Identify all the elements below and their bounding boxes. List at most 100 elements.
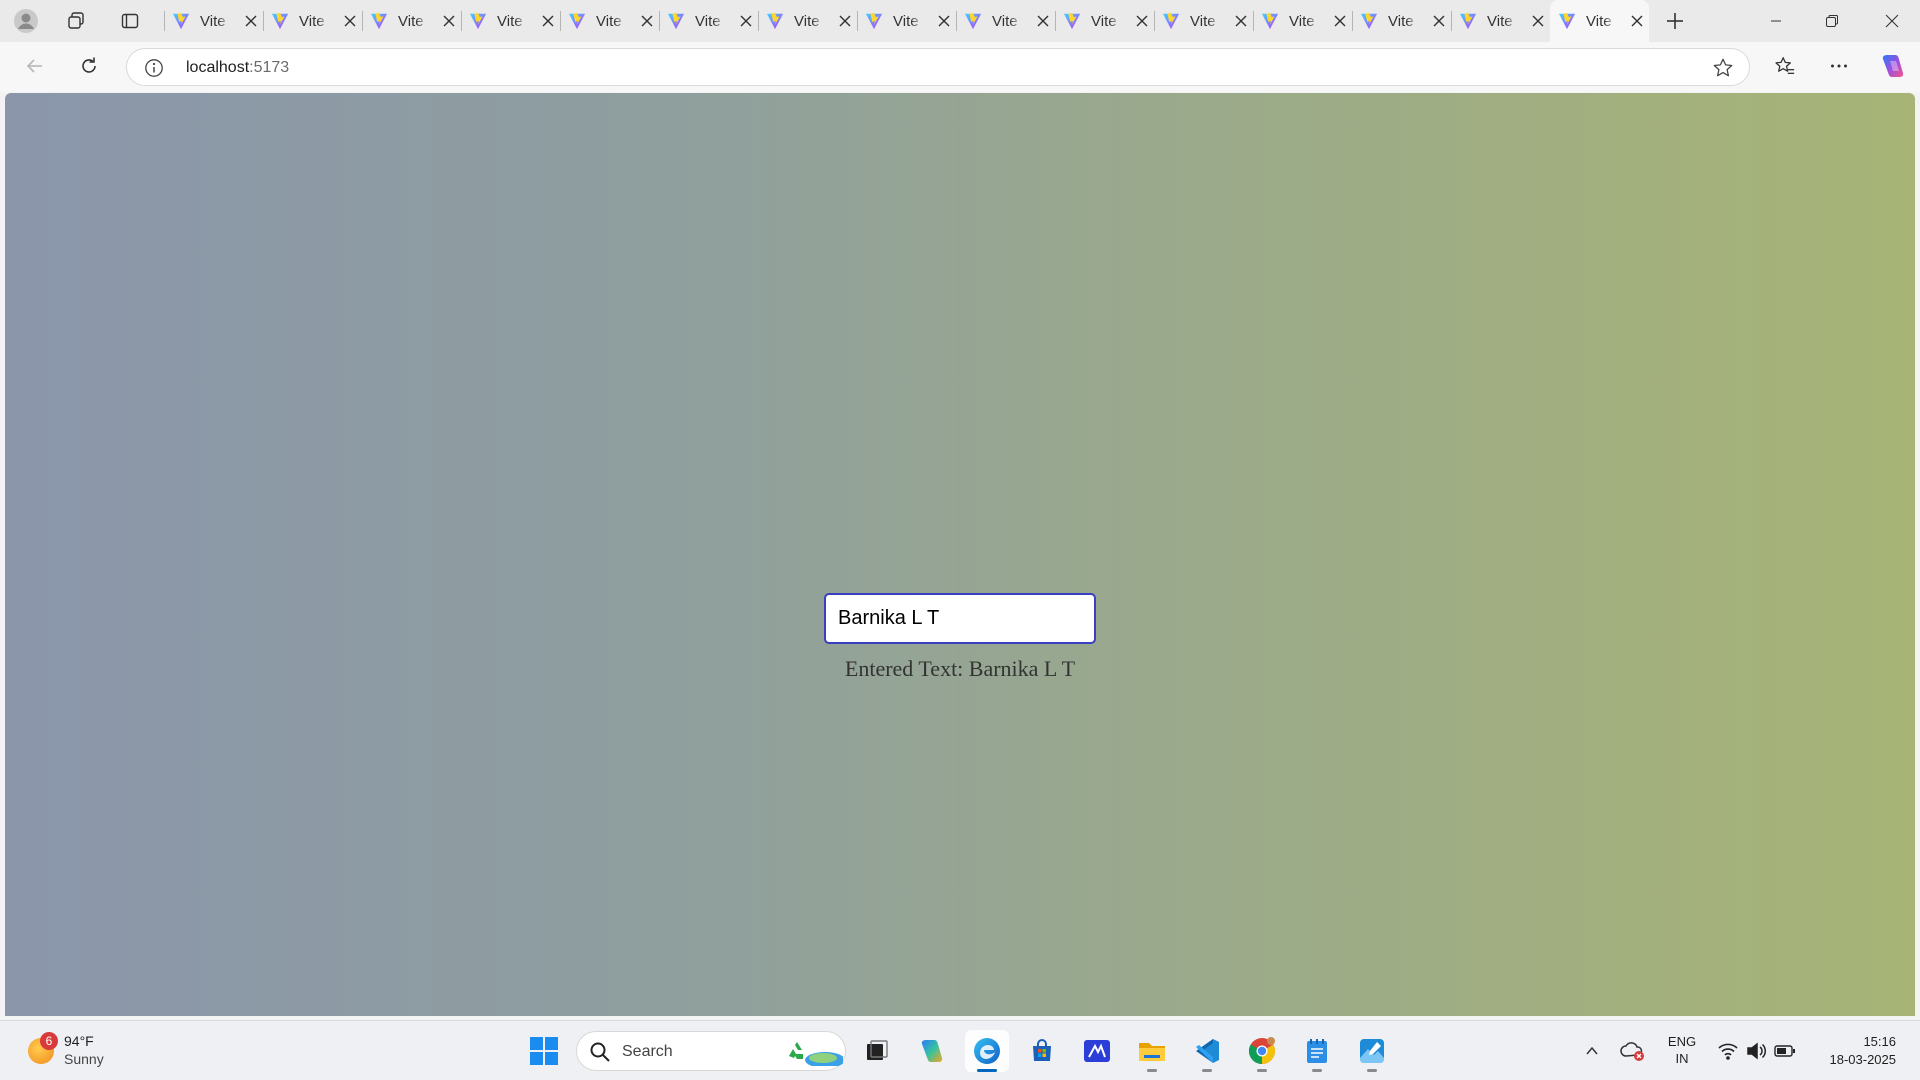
browser-tab[interactable]: Vite — [1451, 0, 1550, 42]
photos-icon — [1360, 1039, 1384, 1063]
browser-tab[interactable]: Vite — [1352, 0, 1451, 42]
settings-more-button[interactable] — [1820, 48, 1858, 84]
edge-taskbar-button[interactable] — [965, 1030, 1009, 1072]
taskbar: 6 94°F Sunny Search ENG IN 15:16 18-03-2… — [0, 1020, 1920, 1080]
close-icon — [1532, 15, 1544, 27]
whiteboard-taskbar-button[interactable] — [1075, 1030, 1119, 1072]
browser-tab[interactable]: Vite — [164, 0, 263, 42]
browser-tab[interactable]: Vite — [362, 0, 461, 42]
minimize-icon — [1771, 20, 1781, 22]
weather-widget[interactable]: 6 94°F Sunny — [24, 1029, 134, 1073]
minimize-button[interactable] — [1748, 0, 1804, 42]
browser-tab[interactable]: Vite — [659, 0, 758, 42]
new-tab-button[interactable] — [1656, 5, 1694, 37]
browser-tab[interactable]: Vite — [1253, 0, 1352, 42]
taskbar-search[interactable]: Search — [576, 1031, 846, 1071]
close-tab-button[interactable] — [1034, 12, 1052, 30]
close-tab-button[interactable] — [836, 12, 854, 30]
close-icon — [1334, 15, 1346, 27]
back-button[interactable] — [16, 48, 54, 84]
profile-button[interactable] — [8, 5, 44, 37]
close-tab-button[interactable] — [638, 12, 656, 30]
vscode-taskbar-button[interactable] — [1185, 1030, 1229, 1072]
store-taskbar-button[interactable] — [1020, 1030, 1064, 1072]
running-indicator — [1367, 1069, 1377, 1072]
refresh-button[interactable] — [70, 48, 108, 84]
tab-title: Vite — [1289, 12, 1315, 30]
close-tab-button[interactable] — [1331, 12, 1349, 30]
vite-favicon — [1261, 12, 1279, 30]
close-icon — [938, 15, 950, 27]
wifi-tray-button[interactable] — [1714, 1035, 1742, 1067]
close-tab-button[interactable] — [1232, 12, 1250, 30]
tab-title: Vite — [1190, 12, 1216, 30]
battery-icon — [1774, 1045, 1795, 1057]
weather-badge: 6 — [40, 1032, 58, 1050]
close-tab-button[interactable] — [1430, 12, 1448, 30]
close-tab-button[interactable] — [935, 12, 953, 30]
text-input[interactable] — [824, 593, 1096, 644]
region-code: IN — [1675, 1051, 1689, 1066]
tab-title: Vite — [497, 12, 523, 30]
browser-tab[interactable]: Vite — [1550, 0, 1649, 42]
browser-tab[interactable]: Vite — [560, 0, 659, 42]
restore-button[interactable] — [1804, 0, 1860, 42]
url-text[interactable]: localhost:5173 — [186, 59, 289, 77]
tab-title: Vite — [1388, 12, 1414, 30]
file-explorer-taskbar-button[interactable] — [1130, 1030, 1174, 1072]
onedrive-tray-button[interactable] — [1618, 1035, 1648, 1067]
close-tab-button[interactable] — [440, 12, 458, 30]
browser-toolbar: localhost:5173 — [0, 42, 1920, 92]
task-view-button[interactable] — [855, 1030, 899, 1072]
close-window-button[interactable] — [1864, 0, 1920, 42]
battery-tray-button[interactable] — [1770, 1035, 1800, 1067]
notepad-taskbar-button[interactable] — [1295, 1030, 1339, 1072]
close-tab-button[interactable] — [1133, 12, 1151, 30]
clock-button[interactable]: 15:16 18-03-2025 — [1810, 1033, 1897, 1069]
vite-favicon — [1459, 12, 1477, 30]
browser-tab[interactable]: Vite — [1154, 0, 1253, 42]
chrome-taskbar-button[interactable] — [1240, 1030, 1284, 1072]
notepad-icon — [1307, 1039, 1327, 1063]
close-icon — [1433, 15, 1445, 27]
close-tab-button[interactable] — [242, 12, 260, 30]
input-language-button[interactable]: ENG IN — [1664, 1033, 1700, 1067]
photos-taskbar-button[interactable] — [1350, 1030, 1394, 1072]
address-bar[interactable]: localhost:5173 — [126, 48, 1750, 86]
favorites-button[interactable] — [1766, 48, 1804, 84]
browser-tab[interactable]: Vite — [857, 0, 956, 42]
copilot-icon — [1882, 55, 1904, 77]
tab-actions-button[interactable] — [112, 5, 148, 37]
browser-tab[interactable]: Vite — [758, 0, 857, 42]
weather-temperature: 94°F — [64, 1033, 94, 1049]
close-icon — [839, 15, 851, 27]
show-hidden-icons-button[interactable] — [1580, 1035, 1604, 1067]
start-button[interactable] — [522, 1030, 566, 1072]
browser-tab[interactable]: Vite — [461, 0, 560, 42]
browser-tab[interactable]: Vite — [263, 0, 362, 42]
tab-title: Vite — [200, 12, 226, 30]
vite-favicon — [865, 12, 883, 30]
vite-favicon — [469, 12, 487, 30]
workspaces-button[interactable] — [58, 5, 94, 37]
close-tab-button[interactable] — [539, 12, 557, 30]
restore-icon — [1826, 15, 1838, 27]
tab-actions-icon — [121, 13, 139, 29]
tab-title: Vite — [596, 12, 622, 30]
copilot-button[interactable] — [1874, 48, 1912, 84]
close-tab-button[interactable] — [737, 12, 755, 30]
edge-icon — [974, 1038, 1000, 1064]
copilot-taskbar-button[interactable] — [910, 1030, 954, 1072]
close-tab-button[interactable] — [341, 12, 359, 30]
site-info-button[interactable] — [143, 57, 165, 79]
search-highlight-icon — [789, 1042, 843, 1066]
browser-tab[interactable]: Vite — [1055, 0, 1154, 42]
vite-favicon — [766, 12, 784, 30]
add-favorite-button[interactable] — [1711, 56, 1735, 80]
volume-tray-button[interactable] — [1742, 1035, 1770, 1067]
close-icon — [443, 15, 455, 27]
close-tab-button[interactable] — [1628, 12, 1646, 30]
tab-title: Vite — [398, 12, 424, 30]
close-tab-button[interactable] — [1529, 12, 1547, 30]
browser-tab[interactable]: Vite — [956, 0, 1055, 42]
